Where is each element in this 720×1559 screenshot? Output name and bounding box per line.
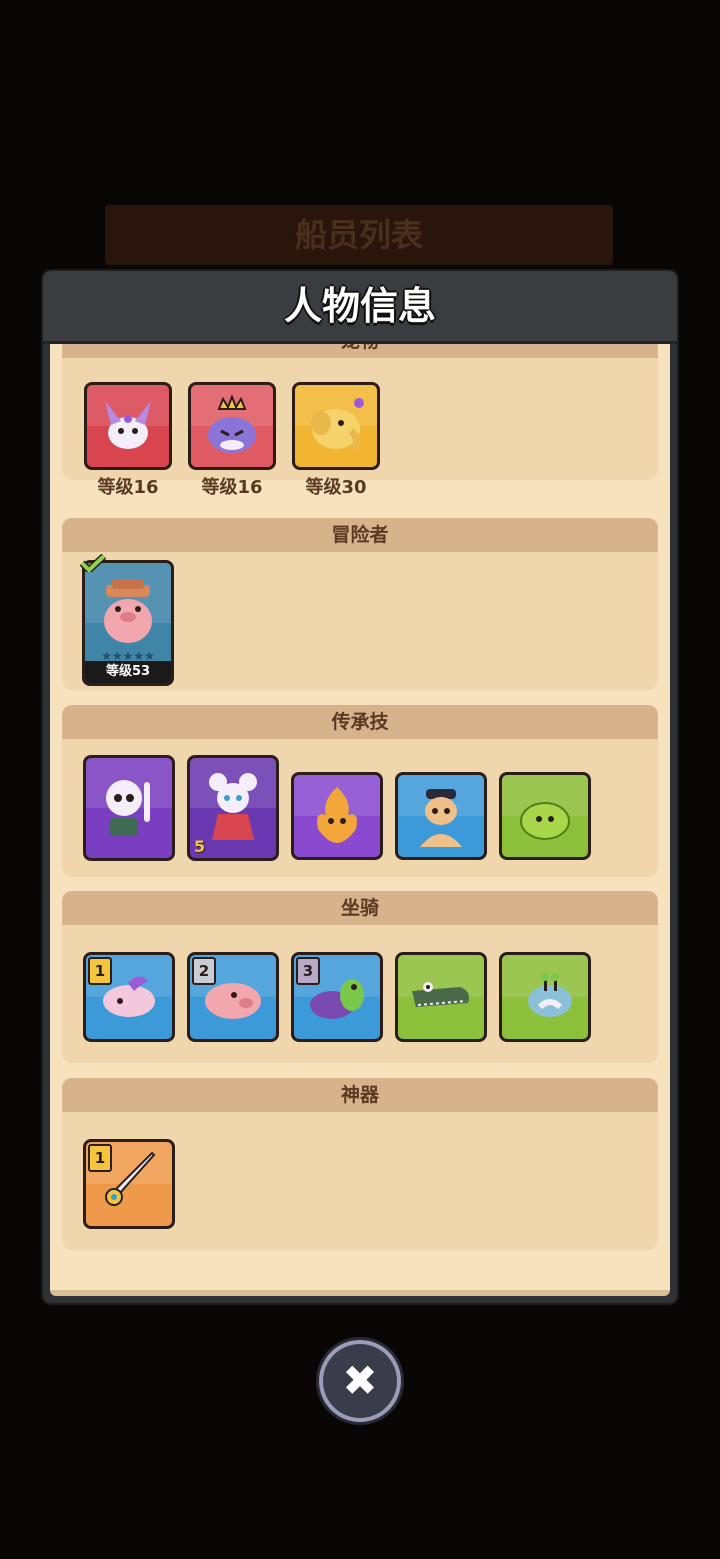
skill-star-tag: 5 [194,837,206,856]
pet-level-3: 等级30 [305,477,367,498]
modal-content[interactable]: 宠物 [50,344,670,1296]
crocodile-icon [412,982,469,1007]
mount-card-turtle[interactable]: 3 [291,952,383,1042]
mounts-section-title: 坐骑 [62,891,658,925]
crowned-slime-icon [208,394,256,453]
green-slime-icon [520,802,570,840]
flame-bird-icon [317,787,357,843]
skill-card-flame-bird[interactable] [291,772,383,860]
pig-adventurer-icon [104,579,152,643]
selected-check-icon [79,553,107,575]
pet-card-purple-fox[interactable] [84,382,172,470]
mount-badge-1: 1 [88,957,112,985]
mount-card-pig[interactable]: 2 [187,952,279,1042]
mount-card-crocodile[interactable] [395,952,487,1042]
crew-list-title: 船员列表 [294,216,423,254]
mount-card-axolotl[interactable]: 1 [83,952,175,1042]
skeleton-icon [106,780,150,836]
character-info-modal: 人物信息 宠物 [43,271,677,1303]
adventurer-card[interactable]: ★★★★★ 等级53 [82,560,174,686]
artifact-card-sword[interactable]: 1 [83,1139,175,1229]
mount-badge-2: 2 [192,957,216,985]
close-button[interactable]: ✖ [323,1344,397,1418]
mouse-girl-icon [209,773,257,840]
artifacts-section-title: 神器 [62,1078,658,1112]
artifact-badge-1: 1 [88,1144,112,1172]
skill-card-brawler[interactable] [395,772,487,860]
mount-card-snail[interactable] [499,952,591,1042]
pet-level-1: 等级16 [97,477,159,498]
yellow-elephant-icon [311,398,364,452]
skill-card-mouse-girl[interactable]: 5 [187,755,279,861]
pets-section-title: 宠物 [62,344,658,358]
mount-badge-3: 3 [296,957,320,985]
pet-card-crowned-slime[interactable] [188,382,276,470]
purple-fox-icon [105,401,151,449]
crew-list-banner: 船员列表 [105,205,613,265]
adventurer-section-title: 冒险者 [62,518,658,552]
legacy-skills-section-title: 传承技 [62,705,658,739]
skill-card-green-slime[interactable] [499,772,591,860]
skill-card-skeleton[interactable] [83,755,175,861]
close-icon: ✖ [342,1356,378,1405]
brawler-icon [420,789,462,847]
pet-level-2: 等级16 [201,477,263,498]
pet-card-yellow-elephant[interactable] [292,382,380,470]
modal-title: 人物信息 [283,284,436,328]
modal-header: 人物信息 [43,271,677,344]
snail-icon [528,973,572,1017]
adventurer-level: 等级53 [85,661,171,683]
